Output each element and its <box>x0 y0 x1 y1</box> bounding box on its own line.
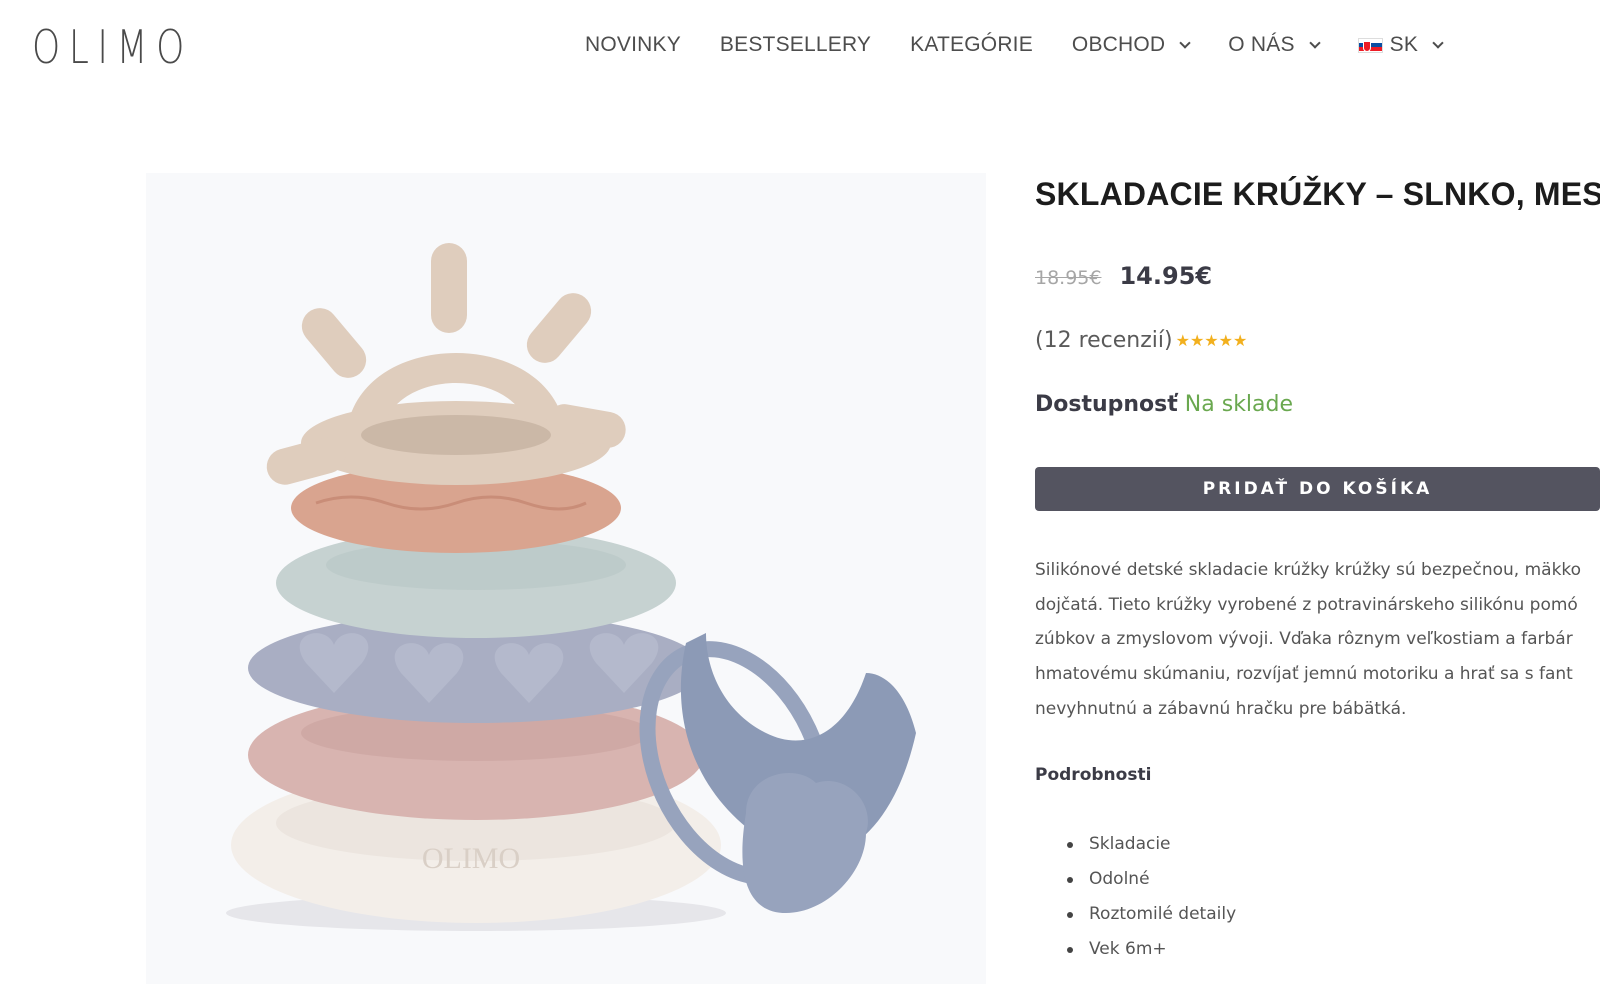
nav-item-o-nas[interactable]: O NÁS <box>1228 33 1321 57</box>
ring-logo: OLIMO <box>422 842 520 875</box>
rating-stars: ★ ★ ★ ★ ★ <box>1175 330 1248 350</box>
chevron-down-icon <box>1179 36 1191 49</box>
star-icon: ★ <box>1232 330 1248 350</box>
nav-label: OBCHOD <box>1071 33 1166 56</box>
chevron-down-icon <box>1432 36 1444 49</box>
nav-item-obchod[interactable]: OBCHOD <box>1071 33 1191 57</box>
list-item: Roztomilé detaily <box>1067 897 1236 932</box>
description-line: Silikónové detské skladacie krúžky krúžk… <box>1035 560 1582 580</box>
nav-label: NOVINKY <box>585 33 681 56</box>
availability: Dostupnosť Na sklade <box>1035 392 1293 417</box>
description-line: nevyhnutnú a zábavnú hračku pre bábätká. <box>1035 698 1407 719</box>
star-icon: ★ <box>1189 330 1205 350</box>
product-title: SKLADACIE KRÚŽKY – SLNKO, MESIAC <box>1035 176 1600 212</box>
product-image[interactable]: OLIMO <box>146 173 986 984</box>
nav-item-novinky[interactable]: NOVINKY <box>585 33 681 57</box>
nav-item-bestsellery[interactable]: BESTSELLERY <box>720 33 871 57</box>
star-icon: ★ <box>1175 330 1190 350</box>
product-description: Silikónové detské skladacie krúžky krúžk… <box>1035 553 1600 727</box>
old-price: 18.95€ <box>1035 267 1102 289</box>
description-line: hmatovému skúmaniu, rozvíjať jemnú motor… <box>1035 664 1573 685</box>
description-line: dojčatá. Tieto krúžky vyrobené z potravi… <box>1035 594 1578 615</box>
details-heading: Podrobnosti <box>1035 765 1152 785</box>
nav-item-kategorie[interactable]: KATEGÓRIE <box>910 33 1033 57</box>
main-nav: NOVINKY BESTSELLERY KATEGÓRIE OBCHOD O N… <box>585 28 1481 62</box>
availability-label: Dostupnosť <box>1035 392 1178 417</box>
list-item: Vek 6m+ <box>1067 932 1236 967</box>
list-item: Odolné <box>1067 862 1236 897</box>
add-to-cart-button[interactable]: PRIDAŤ DO KOŠÍKA <box>1035 467 1600 511</box>
reviews-link[interactable]: (12 recenzií) <box>1035 328 1173 353</box>
language-label: SK <box>1389 33 1419 56</box>
chevron-down-icon <box>1308 36 1321 49</box>
reviews: (12 recenzií) ★ ★ ★ ★ ★ <box>1035 328 1247 353</box>
nav-label: KATEGÓRIE <box>910 33 1033 56</box>
details-list: Skladacie Odolné Roztomilé detaily Vek 6… <box>1067 827 1236 967</box>
list-item: Skladacie <box>1067 827 1236 862</box>
nav-label: BESTSELLERY <box>719 33 872 56</box>
price-block: 18.95€ 14.95€ <box>1035 262 1212 290</box>
nav-label: O NÁS <box>1228 33 1295 56</box>
description-line: zúbkov a zmyslovom vývoji. Vďaka rôznym … <box>1035 629 1573 650</box>
availability-status: Na sklade <box>1184 392 1294 417</box>
star-icon: ★ <box>1218 330 1233 350</box>
star-icon: ★ <box>1204 330 1219 350</box>
language-switcher[interactable]: SK <box>1357 33 1444 57</box>
site-logo[interactable]: OLIMO <box>32 18 193 76</box>
current-price: 14.95€ <box>1119 262 1213 290</box>
slovakia-flag-icon <box>1357 37 1383 53</box>
